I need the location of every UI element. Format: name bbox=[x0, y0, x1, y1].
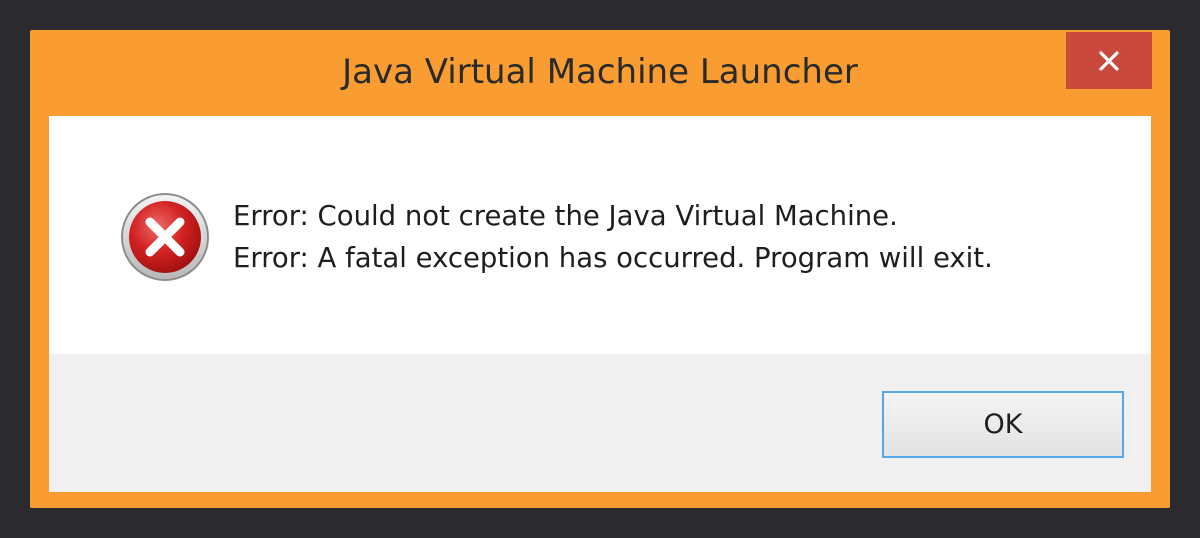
dialog-window: Java Virtual Machine Launcher Error: Cou… bbox=[30, 30, 1170, 508]
dialog-body: Error: Could not create the Java Virtual… bbox=[49, 116, 1151, 492]
close-button[interactable] bbox=[1066, 32, 1152, 89]
error-message-line-2: Error: A fatal exception has occurred. P… bbox=[233, 242, 993, 274]
button-bar: OK bbox=[49, 354, 1151, 492]
desktop-background: Java Virtual Machine Launcher Error: Cou… bbox=[0, 0, 1200, 538]
error-icon bbox=[120, 192, 210, 282]
message-area: Error: Could not create the Java Virtual… bbox=[49, 116, 1151, 354]
ok-button[interactable]: OK bbox=[882, 391, 1124, 458]
window-title: Java Virtual Machine Launcher bbox=[342, 52, 858, 92]
close-icon bbox=[1098, 50, 1120, 72]
error-message-line-1: Error: Could not create the Java Virtual… bbox=[233, 200, 898, 232]
title-bar[interactable]: Java Virtual Machine Launcher bbox=[30, 30, 1170, 116]
error-message: Error: Could not create the Java Virtual… bbox=[233, 195, 993, 279]
